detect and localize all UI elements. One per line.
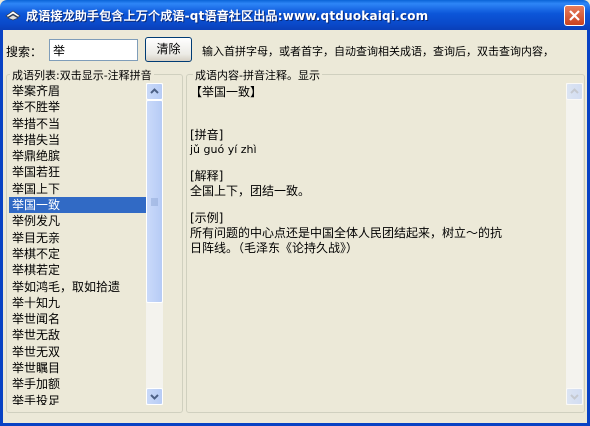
scroll-down-button[interactable] bbox=[146, 388, 163, 405]
list-item[interactable]: 举世闻名 bbox=[9, 311, 163, 327]
idiom-list-scrollbar[interactable] bbox=[146, 83, 163, 405]
window-title: 成语接龙助手包含上万个成语-qt语音社区出品:www.qtduokaiqi.co… bbox=[26, 9, 429, 23]
pinyin-label: [拼音] bbox=[190, 128, 224, 142]
list-item[interactable]: 举世瞩目 bbox=[9, 360, 163, 376]
list-item[interactable]: 举国一致 bbox=[9, 197, 163, 214]
content-scrollbar[interactable] bbox=[566, 83, 583, 405]
meaning-text: 全国上下，团结一致。 bbox=[190, 184, 311, 198]
search-input[interactable] bbox=[49, 39, 138, 61]
idiom-list[interactable]: 举案齐眉 举不胜举 举措不当 举措失当 举鼎绝膑 举国若狂 举国上下 举国一致 举例发凡 举目无亲… bbox=[9, 83, 163, 405]
grip-icon bbox=[151, 198, 158, 206]
list-item[interactable]: 举国若狂 bbox=[9, 164, 163, 180]
list-item[interactable]: 举案齐眉 bbox=[9, 83, 163, 99]
clear-button[interactable]: 清除 bbox=[145, 37, 192, 62]
list-item[interactable]: 举目无亲 bbox=[9, 230, 163, 246]
content-scroll-down-button[interactable] bbox=[566, 388, 583, 405]
list-item[interactable]: 举世无双 bbox=[9, 344, 163, 360]
list-item[interactable]: 举鼎绝膑 bbox=[9, 148, 163, 164]
usage-hint: 输入首拼字母，或者首字，自动查询相关成语，查询后，双击查询内容， bbox=[202, 45, 554, 58]
scroll-thumb[interactable] bbox=[146, 100, 163, 303]
list-item[interactable]: 举手投足 bbox=[9, 393, 163, 405]
list-item[interactable]: 举措不当 bbox=[9, 116, 163, 132]
title-bar: 成语接龙助手包含上万个成语-qt语音社区出品:www.qtduokaiqi.co… bbox=[0, 0, 590, 30]
app-icon bbox=[5, 7, 21, 23]
idiom-content: 【举国一致】 [拼音] jǔ guó yí zhì [解释] 全国上下，团结一致… bbox=[188, 83, 566, 405]
idiom-heading: 【举国一致】 bbox=[190, 85, 263, 99]
idiom-list-title: 成语列表:双击显示-注释拼音 bbox=[10, 67, 154, 83]
list-item[interactable]: 举不胜举 bbox=[9, 99, 163, 115]
search-label: 搜索： bbox=[6, 45, 43, 59]
close-button[interactable] bbox=[564, 5, 585, 26]
list-item[interactable]: 举措失当 bbox=[9, 132, 163, 148]
idiom-content-title: 成语内容-拼音注释。显示 bbox=[193, 67, 322, 83]
example-text-line-2: 日阵线。（毛泽东《论持久战》） bbox=[190, 241, 359, 255]
list-item[interactable]: 举棋不定 bbox=[9, 246, 163, 262]
chevron-down-icon bbox=[150, 394, 159, 400]
list-item[interactable]: 举手加额 bbox=[9, 376, 163, 392]
chevron-up-icon bbox=[150, 88, 159, 94]
list-item[interactable]: 举例发凡 bbox=[9, 213, 163, 229]
scroll-up-button[interactable] bbox=[146, 83, 163, 100]
list-item[interactable]: 举棋若定 bbox=[9, 262, 163, 278]
pinyin-text: jǔ guó yí zhì bbox=[190, 143, 257, 156]
list-item[interactable]: 举国上下 bbox=[9, 181, 163, 197]
list-item[interactable]: 举十知九 bbox=[9, 295, 163, 311]
close-icon bbox=[569, 10, 580, 21]
list-item[interactable]: 举世无敌 bbox=[9, 327, 163, 343]
list-item[interactable]: 举如鸿毛，取如拾遗 bbox=[9, 279, 163, 295]
chevron-up-icon bbox=[570, 88, 579, 94]
chevron-down-icon bbox=[570, 394, 579, 400]
content-scroll-up-button[interactable] bbox=[566, 83, 583, 100]
